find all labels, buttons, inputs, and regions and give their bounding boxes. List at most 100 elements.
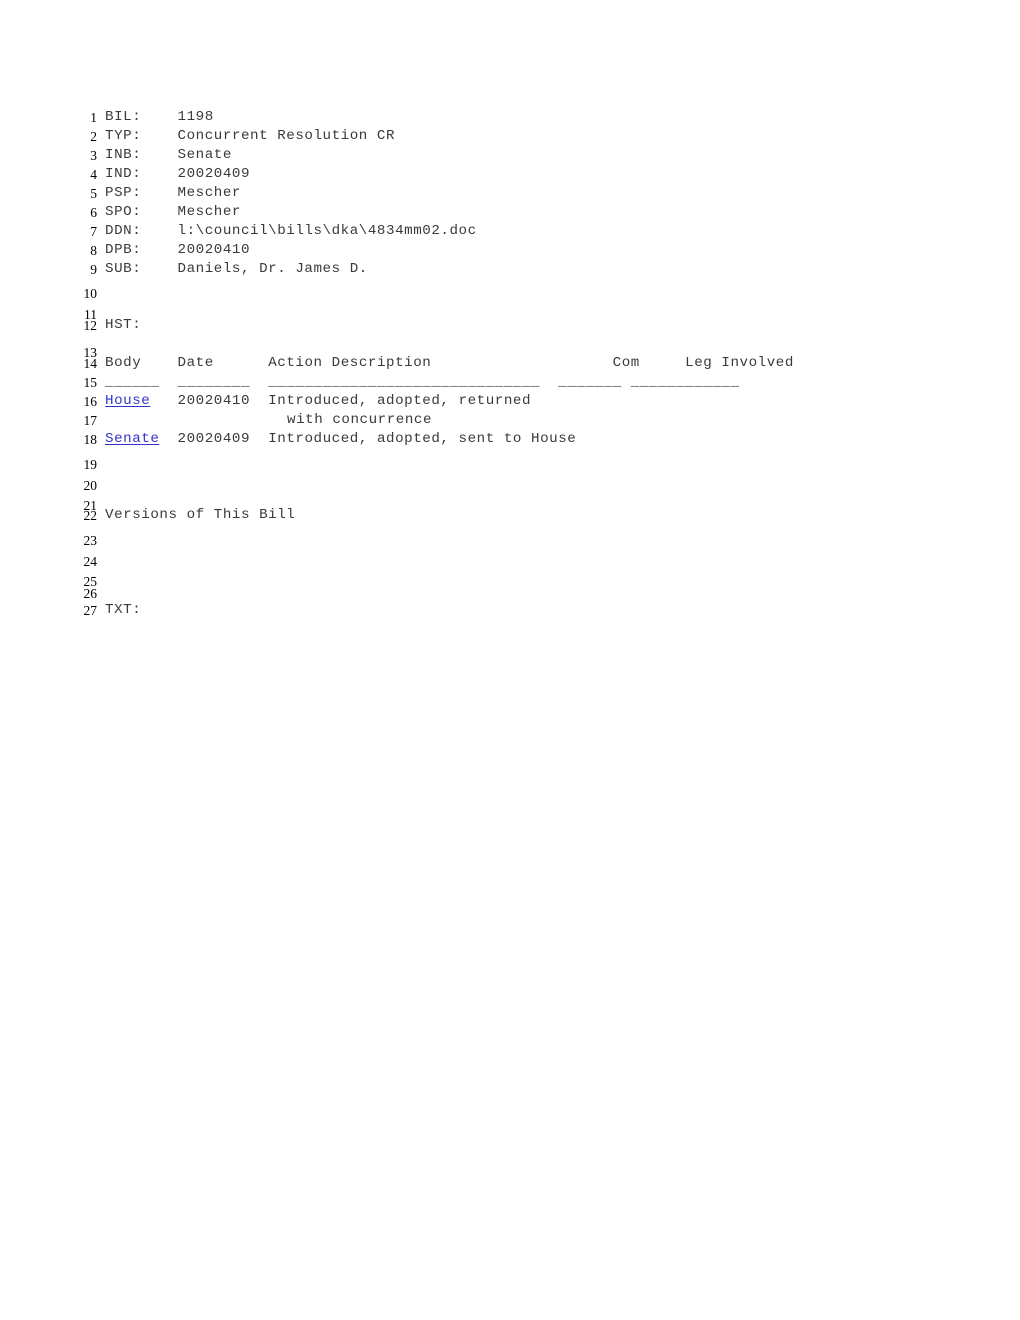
line-number: 12 <box>83 318 98 333</box>
text-line: 18 Senate 20020409 Introduced, adopted, … <box>0 430 1020 449</box>
history-header-date: Date <box>177 355 214 371</box>
history-date-senate: 20020409 <box>177 431 251 447</box>
field-value-spo: Mescher <box>177 204 241 220</box>
history-date-house: 20020410 <box>177 393 251 409</box>
history-action-house: Introduced, adopted, returned <box>268 393 532 409</box>
text-line: 3 INB: Senate <box>0 146 1020 165</box>
rule-leg: ____________ <box>630 374 740 390</box>
text-line: 6 SPO: Mescher <box>0 203 1020 222</box>
line-content-dpb: DPB: 20020410 <box>105 241 250 260</box>
line-number: 23 <box>83 533 98 548</box>
history-row: House 20020410 Introduced, adopted, retu… <box>105 392 531 411</box>
text-line: 9 SUB: Daniels, Dr. James D. <box>0 260 1020 279</box>
line-number: 5 <box>90 186 97 201</box>
document-page: 1 BIL: 1198 2 TYP: Concurrent Resolution… <box>0 0 1020 1320</box>
line-content-typ: TYP: Concurrent Resolution CR <box>105 127 395 146</box>
field-label-ind: IND: <box>105 166 142 182</box>
field-value-typ: Concurrent Resolution CR <box>177 128 396 144</box>
line-content-psp: PSP: Mescher <box>105 184 241 203</box>
text-line: 19 <box>0 455 1020 474</box>
field-value-ind: 20020409 <box>177 166 251 182</box>
versions-heading: Versions of This Bill <box>105 507 296 523</box>
field-value-psp: Mescher <box>177 185 241 201</box>
text-line: 2 TYP: Concurrent Resolution CR <box>0 127 1020 146</box>
rule-action: ______________________________ <box>268 374 541 390</box>
line-content-spo: SPO: Mescher <box>105 203 241 222</box>
line-number: 8 <box>90 243 97 258</box>
rule-date: ________ <box>177 374 251 390</box>
text-line: 16 House 20020410 Introduced, adopted, r… <box>0 392 1020 411</box>
line-number: 24 <box>83 554 98 569</box>
line-content-inb: INB: Senate <box>105 146 232 165</box>
text-line: 7 DDN: l:\council\bills\dka\4834mm02.doc <box>0 222 1020 241</box>
text-line: 27 TXT: <box>0 601 1020 620</box>
field-value-bil: 1198 <box>177 109 214 125</box>
line-number: 18 <box>83 432 98 447</box>
line-number: 27 <box>83 603 98 618</box>
field-label-sub: SUB: <box>105 261 142 277</box>
line-number: 20 <box>83 478 98 493</box>
text-line: 4 IND: 20020409 <box>0 165 1020 184</box>
history-row: Senate 20020409 Introduced, adopted, sen… <box>105 430 576 449</box>
line-number: 17 <box>83 413 98 428</box>
line-content-bil: BIL: 1198 <box>105 108 214 127</box>
text-line: 8 DPB: 20020410 <box>0 241 1020 260</box>
field-label-ddn: DDN: <box>105 223 142 239</box>
field-label-hst: HST: <box>105 317 142 333</box>
text-line: 10 <box>0 284 1020 303</box>
text-line: 15 ______ ________ _____________________… <box>0 373 1020 392</box>
text-line: 17 with concurrence <box>0 411 1020 430</box>
line-number: 6 <box>90 205 97 220</box>
line-content-sub: SUB: Daniels, Dr. James D. <box>105 260 368 279</box>
field-value-inb: Senate <box>177 147 232 163</box>
history-body-link-senate[interactable]: Senate <box>105 431 159 447</box>
line-number: 16 <box>83 394 98 409</box>
text-line: 14 Body Date Action Description Com Leg … <box>0 354 1020 373</box>
text-line: 22 Versions of This Bill <box>0 506 1020 525</box>
text-line: 23 <box>0 531 1020 550</box>
text-line: 1 BIL: 1198 <box>0 108 1020 127</box>
field-value-ddn: l:\council\bills\dka\4834mm02.doc <box>177 223 477 239</box>
history-body-link-house[interactable]: House <box>105 393 150 409</box>
line-content-ddn: DDN: l:\council\bills\dka\4834mm02.doc <box>105 222 477 241</box>
field-value-sub: Daniels, Dr. James D. <box>177 261 368 277</box>
field-label-inb: INB: <box>105 147 142 163</box>
line-number: 4 <box>90 167 97 182</box>
line-number: 15 <box>83 375 98 390</box>
history-action-senate: Introduced, adopted, sent to House <box>268 431 577 447</box>
history-header-leg: Leg Involved <box>685 355 794 371</box>
line-number: 3 <box>90 148 97 163</box>
field-label-dpb: DPB: <box>105 242 142 258</box>
history-header-action: Action Description <box>268 355 432 371</box>
history-action-house-cont: with concurrence <box>287 412 433 428</box>
line-number: 7 <box>90 224 97 239</box>
text-line: 20 <box>0 476 1020 495</box>
field-label-bil: BIL: <box>105 109 142 125</box>
line-number: 1 <box>90 110 97 125</box>
text-line: 12 HST: <box>0 316 1020 335</box>
line-number: 9 <box>90 262 97 277</box>
line-number: 22 <box>83 508 98 523</box>
history-header-com: Com <box>612 355 640 371</box>
line-number: 2 <box>90 129 97 144</box>
rule-com: _______ <box>558 374 622 390</box>
field-label-txt: TXT: <box>105 602 142 618</box>
